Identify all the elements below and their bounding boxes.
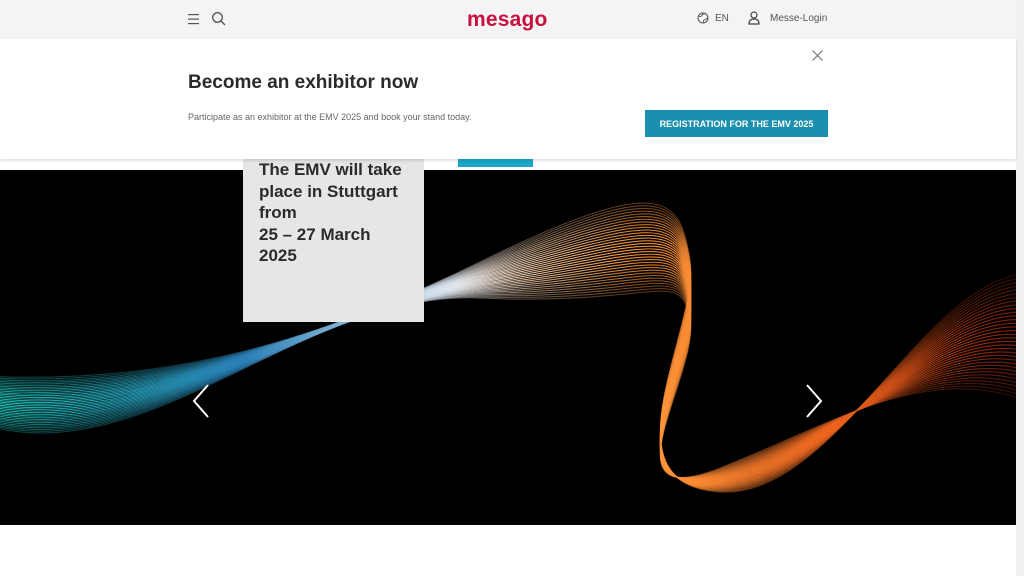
banner-title: Become an exhibitor now bbox=[188, 72, 419, 93]
teal-tab-accent bbox=[458, 159, 533, 167]
wave-line bbox=[0, 245, 1016, 483]
event-info-line: 2025 bbox=[259, 246, 297, 265]
exhibitor-banner: Become an exhibitor now Participate as a… bbox=[0, 39, 1016, 159]
event-info-card: The EMV will take place in Stuttgart fro… bbox=[243, 159, 424, 322]
chevron-left-icon[interactable] bbox=[191, 382, 211, 420]
language-label: EN bbox=[715, 12, 729, 24]
mesago-logo[interactable]: mesago bbox=[467, 8, 548, 32]
hamburger-menu-icon[interactable] bbox=[187, 12, 201, 26]
login-label: Messe-Login bbox=[770, 12, 828, 24]
wave-line bbox=[0, 210, 1016, 491]
event-info-text: The EMV will take place in Stuttgart fro… bbox=[259, 159, 414, 267]
globe-icon bbox=[697, 12, 709, 24]
wave-background-image bbox=[0, 202, 1016, 493]
wave-line bbox=[0, 208, 1016, 492]
wave-line bbox=[0, 280, 1016, 479]
top-navigation-bar: mesago EN Messe-Login bbox=[0, 0, 1016, 39]
user-icon bbox=[748, 11, 760, 25]
banner-text: Participate as an exhibitor at the EMV 2… bbox=[188, 112, 472, 122]
event-info-line: The EMV will take bbox=[259, 160, 402, 179]
event-info-line: place in Stuttgart bbox=[259, 181, 398, 201]
wave-line bbox=[0, 202, 1016, 493]
messe-login-link[interactable]: Messe-Login bbox=[748, 11, 827, 25]
search-icon[interactable] bbox=[211, 11, 227, 27]
wave-line bbox=[0, 277, 1016, 479]
wave-line bbox=[0, 213, 1016, 490]
wave-line bbox=[0, 221, 1016, 488]
wave-line bbox=[0, 282, 1016, 479]
wave-line bbox=[0, 274, 1016, 479]
event-info-line: 25 – 27 March bbox=[259, 224, 371, 244]
language-switcher[interactable]: EN bbox=[697, 12, 729, 24]
wave-line bbox=[0, 226, 1016, 487]
event-info-line: from bbox=[259, 203, 297, 222]
scrollbar-track[interactable] bbox=[1016, 0, 1024, 576]
hero-slider bbox=[0, 170, 1016, 525]
chevron-right-icon[interactable] bbox=[804, 382, 824, 420]
registration-button[interactable]: REGISTRATION FOR THE EMV 2025 bbox=[645, 110, 828, 137]
close-icon[interactable] bbox=[811, 49, 824, 62]
wave-line bbox=[0, 251, 1016, 482]
